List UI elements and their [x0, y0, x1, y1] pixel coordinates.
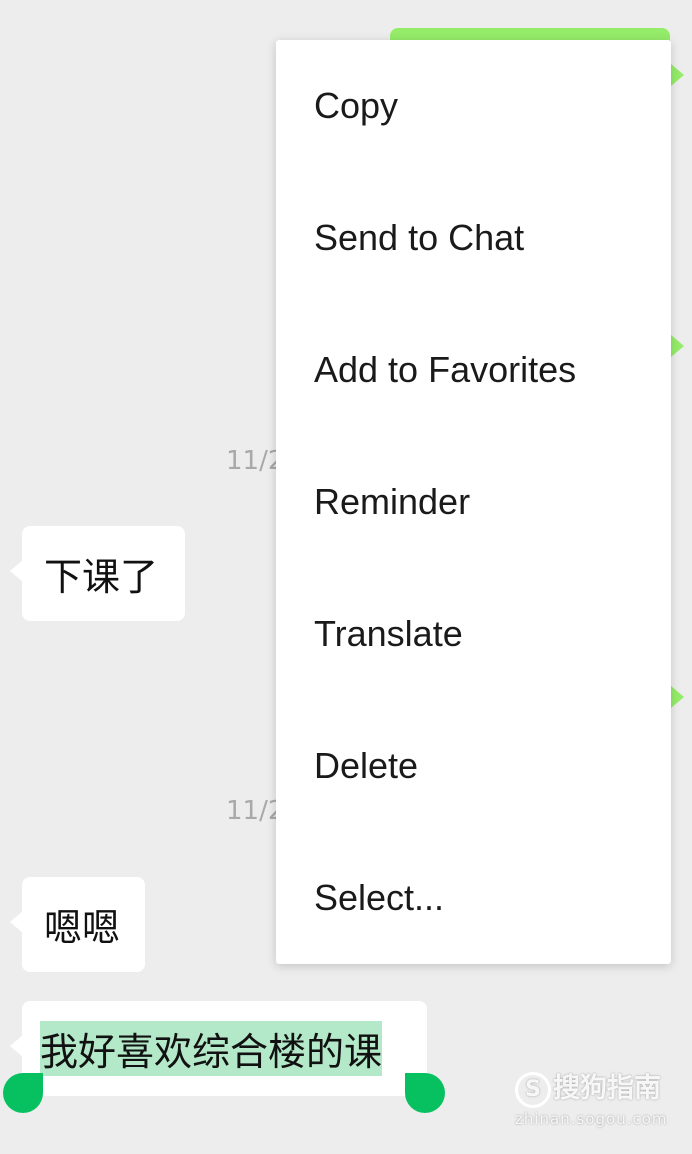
- menu-item-label: Reminder: [314, 481, 471, 522]
- selection-end-handle[interactable]: [405, 1073, 445, 1113]
- menu-item-select[interactable]: Select...: [276, 832, 671, 964]
- menu-item-label: Translate: [314, 613, 463, 654]
- sogou-logo-icon: S: [515, 1071, 551, 1108]
- message-text: 下课了: [44, 555, 159, 599]
- menu-item-label: Delete: [314, 745, 419, 786]
- menu-item-label: Send to Chat: [314, 217, 525, 258]
- watermark-url: zhinan.sogou.com: [515, 1110, 668, 1128]
- selected-message-bubble[interactable]: 我好喜欢综合楼的课: [10, 1001, 427, 1096]
- menu-item-copy[interactable]: Copy: [276, 40, 671, 172]
- sent-bubble-tail: [671, 686, 684, 708]
- watermark-logo: S 搜狗指南: [515, 1066, 661, 1108]
- received-message-bubble[interactable]: 下课了: [10, 526, 185, 621]
- menu-item-reminder[interactable]: Reminder: [276, 436, 671, 568]
- sent-bubble-tail: [671, 64, 684, 86]
- menu-item-add-to-favorites[interactable]: Add to Favorites: [276, 304, 671, 436]
- selected-message-text: 我好喜欢综合楼的课: [40, 1021, 383, 1076]
- menu-item-delete[interactable]: Delete: [276, 700, 671, 832]
- message-text: 嗯嗯: [44, 906, 121, 950]
- menu-item-send-to-chat[interactable]: Send to Chat: [276, 172, 671, 304]
- menu-item-translate[interactable]: Translate: [276, 568, 671, 700]
- received-message-bubble[interactable]: 嗯嗯: [10, 877, 145, 972]
- watermark-brand: 搜狗指南: [553, 1073, 661, 1104]
- selection-start-handle[interactable]: [3, 1073, 43, 1113]
- menu-item-label: Copy: [314, 85, 399, 126]
- menu-item-label: Select...: [314, 877, 445, 918]
- menu-item-label: Add to Favorites: [314, 349, 577, 390]
- context-menu: Copy Send to Chat Add to Favorites Remin…: [276, 40, 671, 964]
- sent-bubble-tail: [671, 335, 684, 357]
